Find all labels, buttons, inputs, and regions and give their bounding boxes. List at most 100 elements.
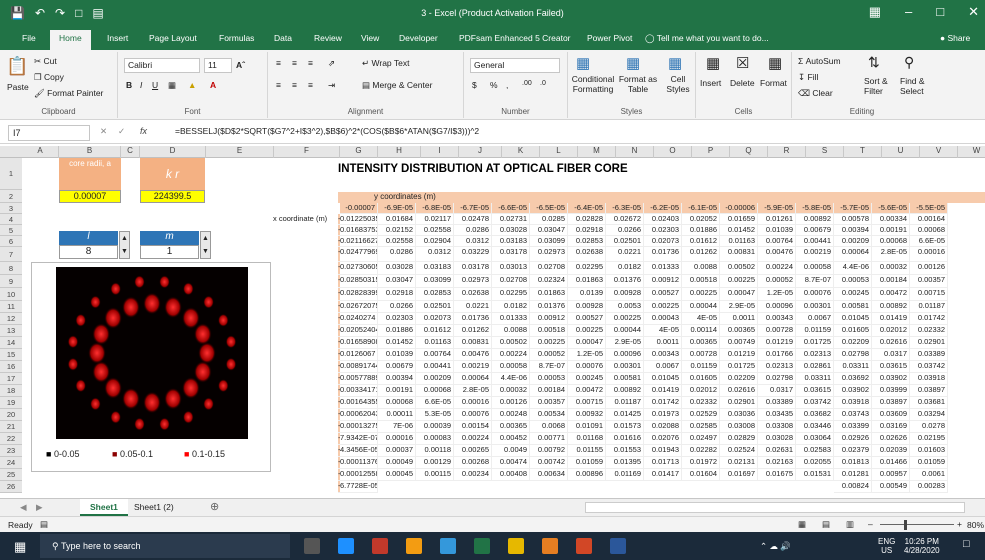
value-cell[interactable]: 0.02853 xyxy=(416,288,454,301)
value-cell[interactable]: 2.9E-05 xyxy=(720,301,758,313)
value-cell[interactable]: 0.00452 xyxy=(492,433,530,445)
word-icon[interactable] xyxy=(610,538,626,554)
clear-button[interactable]: ⌫ Clear xyxy=(798,88,833,99)
value-cell[interactable]: 0.02163 xyxy=(758,457,796,469)
value-cell[interactable]: 0.00096 xyxy=(606,349,644,361)
value-cell[interactable]: 0.02708 xyxy=(492,275,530,288)
column-header[interactable]: O xyxy=(654,146,692,158)
value-cell[interactable]: 5.3E-05 xyxy=(416,409,454,421)
value-cell[interactable]: 0.00268 xyxy=(454,457,492,469)
enter-icon[interactable]: ✓ xyxy=(118,126,125,137)
tab-page-layout[interactable]: Page Layout xyxy=(149,33,197,43)
macro-record-icon[interactable]: ▤ xyxy=(40,519,48,530)
value-cell[interactable]: 0.02497 xyxy=(682,433,720,445)
value-cell[interactable]: 0.01333 xyxy=(492,313,530,325)
value-cell[interactable]: 0.03028 xyxy=(492,225,530,236)
row-header[interactable]: 8 xyxy=(0,262,22,275)
value-cell[interactable]: 0.02638 xyxy=(454,288,492,301)
value-cell[interactable]: 0.00049 xyxy=(378,457,416,469)
value-cell[interactable]: 0.00047 xyxy=(720,288,758,301)
chrome-icon[interactable] xyxy=(406,538,422,554)
value-cell[interactable]: 0.01419 xyxy=(872,313,910,325)
value-cell[interactable]: 0.02904 xyxy=(416,236,454,247)
row-header[interactable]: 21 xyxy=(0,421,22,433)
value-cell[interactable]: 0.03311 xyxy=(796,373,834,385)
value-cell[interactable]: 0.00527 xyxy=(644,288,682,301)
value-cell[interactable]: 0.0068 xyxy=(530,421,568,433)
value-cell[interactable]: 0.03229 xyxy=(454,247,492,262)
value-cell[interactable]: 0.01091 xyxy=(568,421,606,433)
value-cell[interactable]: 0.00394 xyxy=(378,373,416,385)
delete-cells-icon[interactable]: ☒ xyxy=(736,54,749,72)
zoom-thumb[interactable] xyxy=(904,520,907,530)
value-cell[interactable]: 0.01059 xyxy=(568,457,606,469)
value-cell[interactable]: 0.00184 xyxy=(530,385,568,397)
value-cell[interactable]: 0.03028 xyxy=(758,433,796,445)
value-cell[interactable]: 0.01725 xyxy=(796,337,834,349)
value-cell[interactable]: 0.0221 xyxy=(606,247,644,262)
row-header[interactable]: 24 xyxy=(0,457,22,469)
value-cell[interactable]: 0.00224 xyxy=(454,433,492,445)
value-cell[interactable]: 0.03742 xyxy=(796,397,834,409)
value-cell[interactable]: 0.02152 xyxy=(378,225,416,236)
align-right-icon[interactable]: ≡ xyxy=(308,80,313,90)
value-cell[interactable]: 0.00928 xyxy=(568,301,606,313)
value-cell[interactable]: 0.03183 xyxy=(492,236,530,247)
value-cell[interactable]: 0.02209 xyxy=(720,373,758,385)
value-cell[interactable]: 0.01612 xyxy=(416,325,454,337)
value-cell[interactable]: 0.00831 xyxy=(454,337,492,349)
align-center-icon[interactable]: ≡ xyxy=(292,80,297,90)
m-spinner[interactable]: ▲ ▼ xyxy=(200,231,211,259)
tab-insert[interactable]: Insert xyxy=(107,33,128,43)
edge-icon[interactable] xyxy=(338,538,354,554)
search-icon[interactable]: ⚲ xyxy=(904,54,914,71)
value-cell[interactable]: 1.2E-05 xyxy=(568,349,606,361)
value-cell[interactable]: 0.03169 xyxy=(872,421,910,433)
value-cell[interactable]: 0.00011376 xyxy=(340,457,378,469)
intensity-chart[interactable]: ■ 0-0.05 ■ 0.05-0.1 ■ 0.1-0.15 xyxy=(31,262,271,472)
font-size-select[interactable]: 11 xyxy=(204,58,232,73)
kr-value[interactable]: 224399.5 xyxy=(140,190,205,203)
value-cell[interactable]: 0.03028 xyxy=(378,262,416,275)
value-cell[interactable]: 0.00679 xyxy=(378,361,416,373)
value-cell[interactable]: 0.03178 xyxy=(454,262,492,275)
y-coordinate-cell[interactable]: -6.9E-05 xyxy=(378,203,416,214)
value-cell[interactable]: 0.00225 xyxy=(720,275,758,288)
value-cell[interactable]: 7E-06 xyxy=(378,421,416,433)
value-cell[interactable]: 0.00408 xyxy=(492,469,530,481)
row-header[interactable]: 26 xyxy=(0,481,22,493)
value-cell[interactable]: 0.02313 xyxy=(758,361,796,373)
value-cell[interactable]: 0.01972 xyxy=(682,457,720,469)
cancel-icon[interactable]: ✕ xyxy=(100,126,107,137)
value-cell[interactable]: 0.01159 xyxy=(682,361,720,373)
delete-cells-button[interactable]: Delete xyxy=(730,78,755,88)
value-cell[interactable]: 0.00068 xyxy=(910,225,948,236)
align-middle-icon[interactable]: ≡ xyxy=(292,58,297,68)
value-cell[interactable]: 0.01376 xyxy=(606,275,644,288)
y-coordinate-cell[interactable]: -0.00006 xyxy=(720,203,758,214)
value-cell[interactable]: 0.02901 xyxy=(910,337,948,349)
value-cell[interactable]: 0.01886 xyxy=(378,325,416,337)
value-cell[interactable]: 0.00715 xyxy=(910,288,948,301)
value-cell[interactable]: 0.01225035 xyxy=(340,214,378,225)
value-cell[interactable]: 0.03308 xyxy=(758,421,796,433)
value-cell[interactable]: 0.01813 xyxy=(834,457,872,469)
value-cell[interactable]: 0.00472 xyxy=(872,288,910,301)
value-cell[interactable]: 0.01742 xyxy=(644,397,682,409)
value-cell[interactable]: 0.00012558 xyxy=(340,469,378,481)
value-cell[interactable]: 0.03311 xyxy=(834,361,872,373)
column-header[interactable]: M xyxy=(578,146,616,158)
row-header[interactable]: 10 xyxy=(0,288,22,301)
bold-icon[interactable]: B xyxy=(126,80,132,90)
value-cell[interactable]: 0.0266 xyxy=(378,301,416,313)
value-cell[interactable]: 0.00928 xyxy=(606,288,644,301)
y-coordinate-cell[interactable]: -5.5E-05 xyxy=(910,203,948,214)
value-cell[interactable]: 0.00068 xyxy=(416,385,454,397)
value-cell[interactable]: 0.03918 xyxy=(910,373,948,385)
column-header[interactable]: C xyxy=(121,146,140,158)
value-cell[interactable]: 0.0240274 xyxy=(340,313,378,325)
value-cell[interactable]: 0.02529 xyxy=(682,409,720,421)
column-header[interactable]: N xyxy=(616,146,654,158)
name-box[interactable]: I7 xyxy=(8,125,90,141)
value-cell[interactable]: 0.02295 xyxy=(568,262,606,275)
